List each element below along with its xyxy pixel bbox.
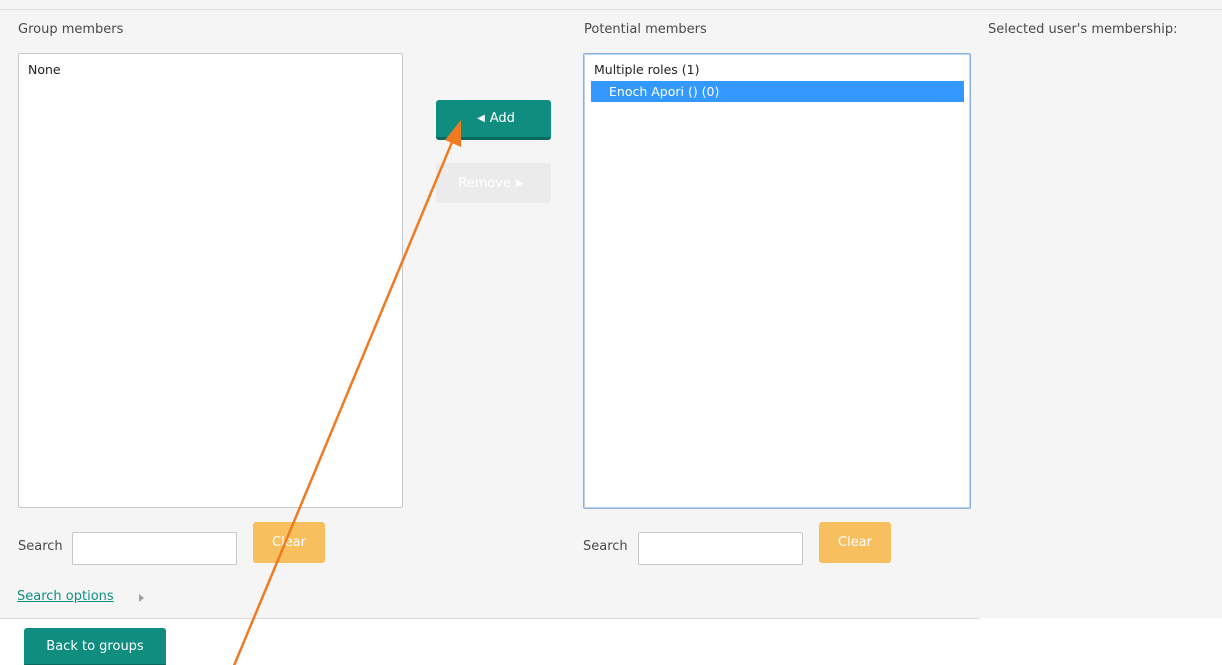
back-to-groups-button[interactable]: Back to groups [24, 628, 166, 665]
add-button-label: Add [489, 111, 515, 126]
clear-button-label: Clear [272, 535, 306, 550]
top-divider [0, 9, 1222, 10]
potential-members-label: Potential members [584, 22, 707, 37]
expand-right-icon[interactable] [139, 594, 144, 602]
remove-button[interactable]: Remove ▶ [436, 163, 551, 203]
search-input-potential-members[interactable] [638, 532, 803, 565]
clear-button-potential-members[interactable]: Clear [819, 522, 891, 563]
optgroup-multiple-roles: Multiple roles (1) [594, 62, 700, 77]
back-to-groups-label: Back to groups [46, 638, 144, 654]
membership-panel [980, 0, 1222, 618]
left-triangle-icon: ◀ [477, 113, 485, 124]
search-label-group-members: Search [18, 539, 63, 554]
clear-button-group-members[interactable]: Clear [253, 522, 325, 563]
list-option-none[interactable]: None [28, 62, 61, 77]
group-members-list[interactable]: None [18, 53, 403, 508]
search-input-group-members[interactable] [72, 532, 237, 565]
group-members-label: Group members [18, 22, 124, 37]
selected-user-membership-label: Selected user's membership: [988, 22, 1178, 37]
potential-members-list[interactable]: Multiple roles (1) Enoch Apori () (0) [583, 53, 971, 509]
right-triangle-icon: ▶ [516, 177, 524, 189]
search-label-potential-members: Search [583, 539, 628, 554]
search-options-link[interactable]: Search options [17, 589, 114, 604]
bottom-divider [0, 618, 980, 619]
clear-button-label: Clear [838, 535, 872, 550]
remove-button-label: Remove [458, 175, 512, 191]
list-option-enoch-apori[interactable]: Enoch Apori () (0) [591, 81, 964, 102]
add-button[interactable]: ◀ Add [436, 100, 551, 140]
